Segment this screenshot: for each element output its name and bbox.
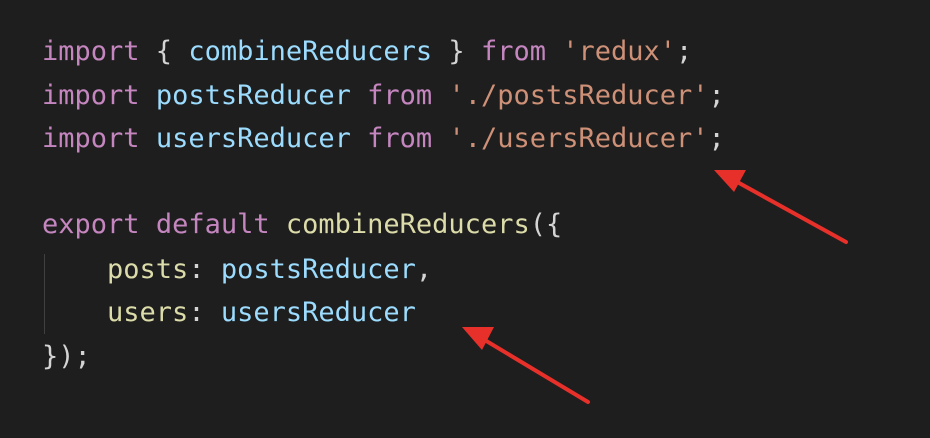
code-editor: import { combineReducers } from 'redux';… (0, 0, 930, 438)
annotation-layer (462, 170, 848, 404)
red-arrow-icon (462, 327, 590, 404)
red-arrow-icon (714, 170, 848, 244)
